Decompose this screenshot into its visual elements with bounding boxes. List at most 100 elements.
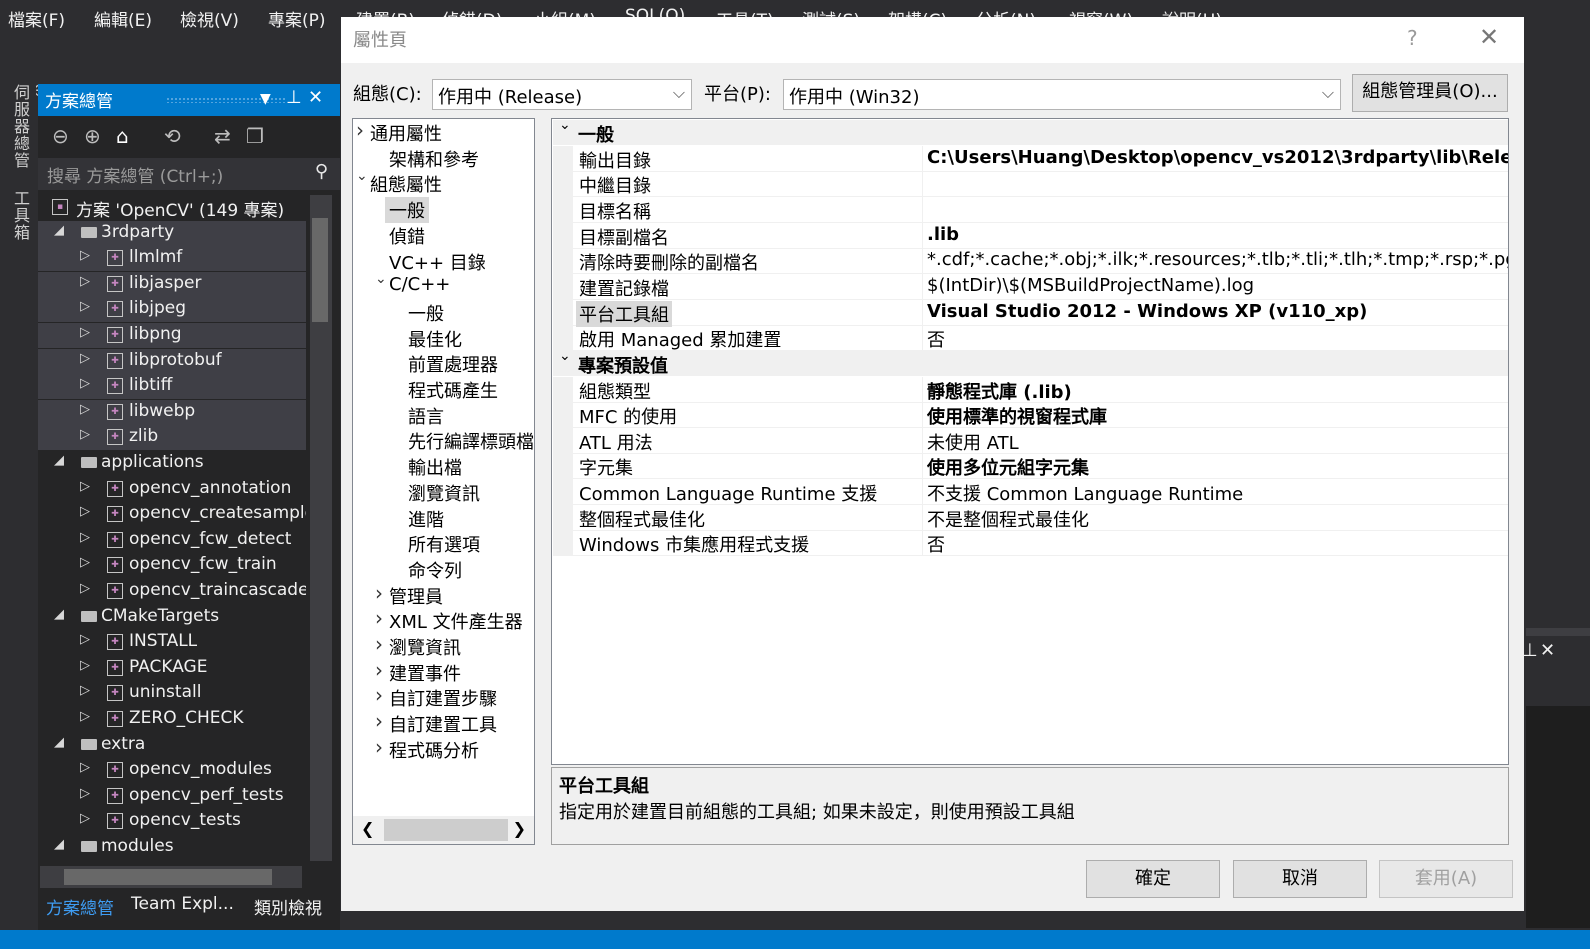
expanded-icon[interactable]: ◢ [54, 453, 64, 468]
property-row[interactable]: ATL 用法 未使用 ATL [553, 427, 1508, 455]
chevron-down-icon[interactable]: ⌄ [356, 168, 368, 184]
back-icon[interactable]: ⊖ [52, 124, 69, 148]
property-value[interactable]: 否 [927, 326, 945, 352]
expanded-icon[interactable]: ◢ [54, 837, 64, 852]
platform-select[interactable]: 作用中 (Win32) ⌵ [783, 79, 1341, 110]
property-row[interactable]: 組態類型 靜態程式庫 (.lib) [553, 376, 1508, 403]
collapsed-icon[interactable]: ▷ [80, 504, 90, 519]
property-value[interactable]: 使用多位元組字元集 [927, 454, 1089, 480]
dropdown-icon[interactable]: ▼ [260, 91, 271, 107]
search-icon[interactable]: ⚲ [315, 161, 328, 182]
property-row[interactable]: 平台工具組 Visual Studio 2012 - Windows XP (v1… [553, 299, 1508, 327]
project-item[interactable]: ▷ ✚ libpng [38, 323, 306, 348]
property-value[interactable]: 不支援 Common Language Runtime [927, 480, 1243, 506]
pin-icon[interactable]: ⊥ [1522, 640, 1538, 661]
solution-folder[interactable]: ◢ extra [38, 733, 306, 758]
collapsed-icon[interactable]: ▷ [80, 351, 90, 366]
chevron-right-icon[interactable]: › [375, 658, 383, 682]
close-icon[interactable]: ✕ [1540, 640, 1555, 661]
project-item[interactable]: ▷ ✚ PACKAGE [38, 656, 306, 681]
project-item[interactable]: ▷ ✚ opencv_perf_tests [38, 784, 306, 809]
menu-item[interactable]: 檔案(F) [8, 6, 65, 31]
home-icon[interactable]: ⌂ [116, 124, 129, 148]
chevron-right-icon[interactable]: › [375, 632, 383, 656]
collapsed-icon[interactable]: ▷ [80, 683, 90, 698]
expanded-icon[interactable]: ◢ [54, 735, 64, 750]
property-value[interactable]: C:\Users\Huang\Desktop\opencv_vs2012\3rd… [927, 147, 1508, 168]
cancel-button[interactable]: 取消 [1233, 860, 1367, 898]
menu-item[interactable]: 專案(P) [268, 6, 326, 31]
property-value[interactable]: *.cdf;*.cache;*.obj;*.ilk;*.resources;*.… [927, 249, 1508, 270]
close-icon[interactable]: ✕ [308, 87, 323, 108]
project-item[interactable]: ▷ ✚ opencv_fcw_detect [38, 528, 306, 553]
solution-root[interactable]: ▪ 方案 'OpenCV' (149 專案) [38, 195, 306, 221]
chevron-right-icon[interactable]: › [375, 683, 383, 707]
forward-icon[interactable]: ⊕ [84, 124, 101, 148]
toolbox-tab[interactable]: 工具箱 [8, 190, 32, 241]
chevron-right-icon[interactable]: › [356, 119, 364, 142]
property-value[interactable]: 使用標準的視窗程式庫 [927, 403, 1107, 429]
solution-folder[interactable]: ◢ 3rdparty [38, 220, 306, 246]
property-row[interactable]: Windows 市集應用程式支援 否 [553, 530, 1508, 557]
collapsed-icon[interactable]: ▷ [80, 248, 90, 263]
project-item[interactable]: ▷ ✚ uninstall [38, 681, 306, 706]
project-item[interactable]: ▷ ✚ llmlmf [38, 246, 306, 272]
property-row[interactable]: 整個程式最佳化 不是整個程式最佳化 [553, 504, 1508, 531]
collapsed-icon[interactable]: ▷ [80, 325, 90, 340]
project-item[interactable]: ▷ ✚ ZERO_CHECK [38, 707, 306, 732]
category-header[interactable]: ⌄ 一般 [553, 119, 1508, 146]
collapsed-icon[interactable]: ▷ [80, 530, 90, 545]
close-icon[interactable]: ✕ [1479, 23, 1499, 51]
property-value[interactable]: 未使用 ATL [927, 429, 1019, 455]
property-value[interactable]: 否 [927, 531, 945, 557]
collapsed-icon[interactable]: ▷ [80, 479, 90, 494]
property-row[interactable]: 輸出目錄 C:\Users\Huang\Desktop\opencv_vs2012… [553, 145, 1508, 172]
property-row[interactable]: 啟用 Managed 累加建置 否 [553, 325, 1508, 352]
tab-solution-explorer[interactable]: 方案總管 [46, 894, 114, 919]
solution-folder[interactable]: ◢ modules [38, 835, 306, 860]
project-item[interactable]: ▷ ✚ libwebp [38, 399, 306, 425]
solution-search-box[interactable]: 搜尋 方案總管 (Ctrl+;) ⚲ [38, 158, 340, 190]
chevron-right-icon[interactable]: › [375, 709, 383, 733]
project-item[interactable]: ▷ ✚ opencv_traincascade [38, 579, 306, 604]
scroll-right-icon[interactable]: ❯ [513, 819, 526, 838]
category-header[interactable]: ⌄ 專案預設值 [553, 348, 1508, 377]
project-item[interactable]: ▷ ✚ opencv_annotation [38, 477, 306, 502]
sync-icon[interactable]: ⟲ [164, 124, 181, 148]
expanded-icon[interactable]: ◢ [54, 223, 64, 238]
solution-tree-hscroll-thumb[interactable] [64, 869, 272, 885]
collapsed-icon[interactable]: ▷ [80, 555, 90, 570]
collapsed-icon[interactable]: ▷ [80, 581, 90, 596]
property-tree-hscroll-thumb[interactable] [384, 819, 508, 841]
collapsed-icon[interactable]: ▷ [80, 760, 90, 775]
chevron-right-icon[interactable]: › [375, 606, 383, 630]
solution-folder[interactable]: ◢ CMakeTargets [38, 605, 306, 630]
property-row[interactable]: 目標名稱 [553, 196, 1508, 223]
collapsed-icon[interactable]: ▷ [80, 299, 90, 314]
expanded-icon[interactable]: ◢ [54, 607, 64, 622]
collapsed-icon[interactable]: ▷ [80, 376, 90, 391]
collapsed-icon[interactable]: ▷ [80, 427, 90, 442]
collapse-all-icon[interactable]: ❐ [246, 124, 264, 148]
solution-folder[interactable]: ◢ applications [38, 451, 306, 476]
property-value[interactable]: $(IntDir)\$(MSBuildProjectName).log [927, 275, 1254, 296]
chevron-right-icon[interactable]: › [375, 581, 383, 605]
property-row[interactable]: 中繼目錄 [553, 171, 1508, 198]
config-manager-button[interactable]: 組態管理員(O)... [1352, 74, 1508, 112]
project-item[interactable]: ▷ ✚ opencv_tests [38, 809, 306, 834]
help-icon[interactable]: ? [1407, 26, 1418, 50]
pin-icon[interactable]: ⊥ [286, 87, 302, 108]
property-value[interactable]: Visual Studio 2012 - Windows XP (v110_xp… [927, 301, 1367, 322]
collapsed-icon[interactable]: ▷ [80, 658, 90, 673]
menu-item[interactable]: 檢視(V) [180, 6, 239, 31]
project-item[interactable]: ▷ ✚ zlib [38, 425, 306, 451]
server-explorer-tab[interactable]: 伺服器總管 [8, 84, 32, 169]
menu-item[interactable]: 編輯(E) [94, 6, 152, 31]
tab-team-explorer[interactable]: Team Expl... [131, 894, 234, 914]
property-row[interactable]: 建置記錄檔 $(IntDir)\$(MSBuildProjectName).log [553, 273, 1508, 300]
property-row[interactable]: MFC 的使用 使用標準的視窗程式庫 [553, 402, 1508, 429]
chevron-down-icon[interactable]: ⌄ [559, 348, 571, 364]
project-item[interactable]: ▷ ✚ libjasper [38, 271, 306, 297]
chevron-down-icon[interactable]: ⌄ [559, 119, 571, 133]
collapsed-icon[interactable]: ▷ [80, 811, 90, 826]
